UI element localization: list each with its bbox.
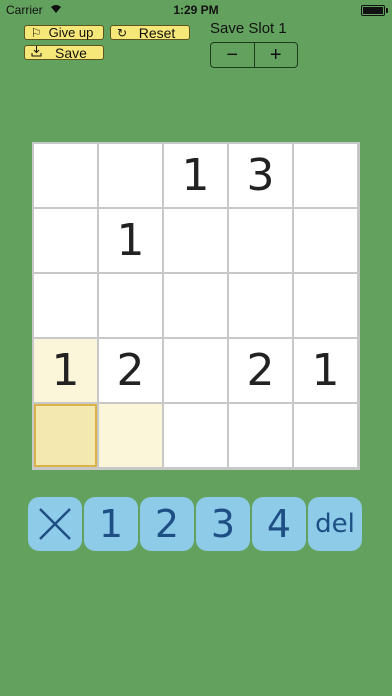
slot-increment-button[interactable]: + <box>253 43 298 67</box>
give-up-button[interactable]: ⚐ Give up <box>24 25 104 40</box>
board-cell-r3c1[interactable] <box>34 274 97 337</box>
board-cell-r3c4[interactable] <box>229 274 292 337</box>
x-icon <box>39 508 71 540</box>
board-cell-r5c5[interactable] <box>294 404 357 467</box>
save-button[interactable]: Save <box>24 45 104 60</box>
board-cell-r1c3[interactable]: 1 <box>164 144 227 207</box>
board-cell-r1c2[interactable] <box>99 144 162 207</box>
board-cell-r1c4[interactable]: 3 <box>229 144 292 207</box>
board-cell-r4c1[interactable]: 1 <box>34 339 97 402</box>
number-key-1[interactable]: 1 <box>84 497 138 551</box>
board-cell-r2c2[interactable]: 1 <box>99 209 162 272</box>
board-cell-r5c2[interactable] <box>99 404 162 467</box>
board-cell-r2c3[interactable] <box>164 209 227 272</box>
flag-icon: ⚐ <box>30 25 42 40</box>
board-cell-r2c1[interactable] <box>34 209 97 272</box>
reset-button[interactable]: ↻ Reset <box>110 25 190 40</box>
reload-icon: ↻ <box>116 25 128 40</box>
reset-label: Reset <box>138 24 176 41</box>
board-cell-r5c3[interactable] <box>164 404 227 467</box>
status-time: 1:29 PM <box>173 3 219 17</box>
save-slot-stepper[interactable]: − + <box>210 42 298 68</box>
board-cell-r2c5[interactable] <box>294 209 357 272</box>
board-cell-r1c1[interactable] <box>34 144 97 207</box>
board-cell-r3c2[interactable] <box>99 274 162 337</box>
clear-key[interactable] <box>28 497 82 551</box>
board-cell-r5c1[interactable] <box>34 404 97 467</box>
board-cell-r4c4[interactable]: 2 <box>229 339 292 402</box>
delete-key[interactable]: del <box>308 497 362 551</box>
board-cell-r4c3[interactable] <box>164 339 227 402</box>
download-icon <box>29 46 43 59</box>
board-cell-r4c2[interactable]: 2 <box>99 339 162 402</box>
puzzle-board: 1311221 <box>32 142 360 470</box>
battery-icon <box>361 5 388 16</box>
number-keypad: 1 2 3 4 del <box>28 497 364 551</box>
board-cell-r1c5[interactable] <box>294 144 357 207</box>
board-cell-r2c4[interactable] <box>229 209 292 272</box>
slot-decrement-button[interactable]: − <box>211 43 254 67</box>
number-key-3[interactable]: 3 <box>196 497 250 551</box>
number-key-4[interactable]: 4 <box>252 497 306 551</box>
give-up-label: Give up <box>48 25 94 40</box>
save-slot-title: Save Slot 1 <box>210 20 287 37</box>
save-label: Save <box>55 44 87 61</box>
status-bar: Carrier 1:29 PM <box>0 0 392 20</box>
number-key-2[interactable]: 2 <box>140 497 194 551</box>
board-cell-r3c5[interactable] <box>294 274 357 337</box>
board-cell-r3c3[interactable] <box>164 274 227 337</box>
board-cell-r4c5[interactable]: 1 <box>294 339 357 402</box>
board-cell-r5c4[interactable] <box>229 404 292 467</box>
